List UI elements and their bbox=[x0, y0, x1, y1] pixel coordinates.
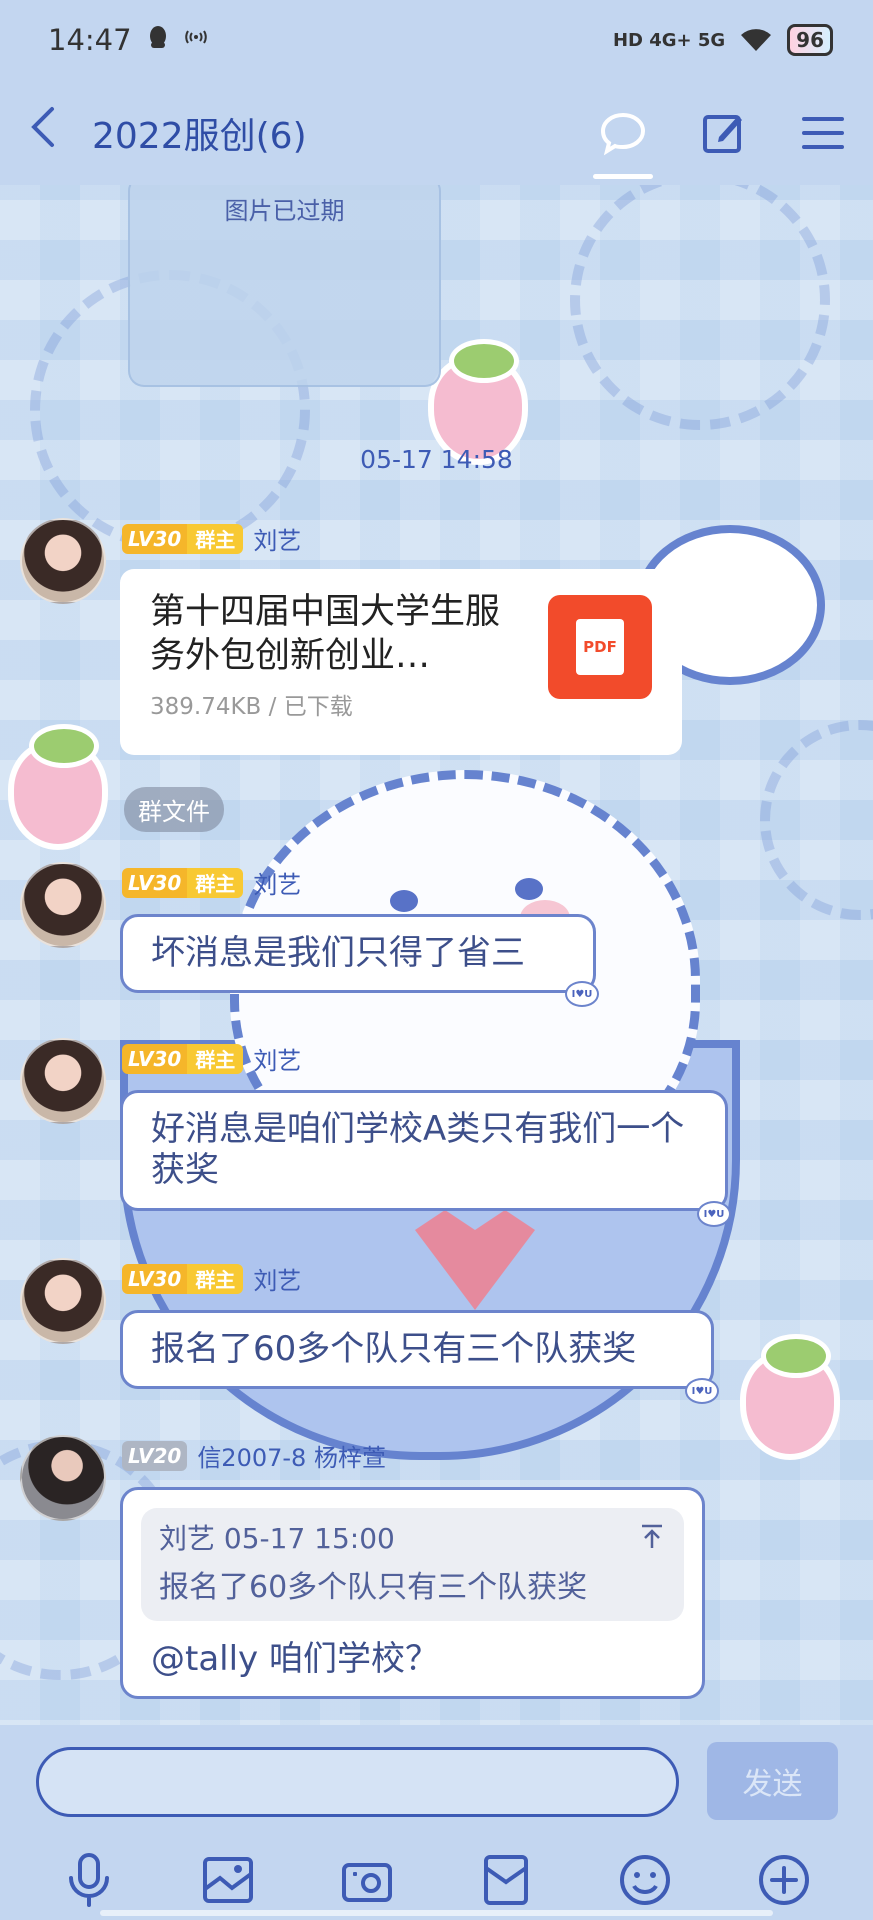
network-indicator: HD 4G+ 5G bbox=[612, 29, 726, 51]
sender-name[interactable]: 刘艺 bbox=[253, 1261, 301, 1296]
expired-image[interactable]: 图片已过期 bbox=[128, 185, 441, 387]
emoji-button[interactable] bbox=[610, 1845, 680, 1915]
text-message[interactable]: 报名了60多个队只有三个队获奖 bbox=[120, 1310, 714, 1390]
emoji-icon bbox=[619, 1855, 670, 1905]
chat-title[interactable]: 2022服创(6) bbox=[92, 107, 307, 159]
jump-to-top-icon[interactable] bbox=[638, 1522, 666, 1550]
battery-indicator: 96 bbox=[787, 24, 833, 56]
sender-info: LV30 群主 刘艺 bbox=[122, 1261, 301, 1296]
status-bar: 14:47 HD 4G+ 5G 96 bbox=[0, 0, 873, 80]
edit-button[interactable] bbox=[673, 80, 773, 185]
level-label: LV30 bbox=[122, 867, 188, 898]
quoted-message[interactable]: 刘艺 05-17 15:00 报名了60多个队只有三个队获奖 bbox=[141, 1508, 684, 1621]
voice-button[interactable] bbox=[54, 1845, 124, 1915]
level-badge: LV30 群主 bbox=[122, 523, 244, 554]
message-text: 坏消息是我们只得了省三 bbox=[151, 933, 525, 973]
wifi-icon bbox=[741, 29, 772, 51]
red-packet-icon bbox=[483, 1855, 528, 1905]
back-button[interactable] bbox=[8, 105, 78, 161]
role-label: 群主 bbox=[187, 1263, 244, 1294]
camera-button[interactable] bbox=[332, 1845, 402, 1915]
message-list[interactable]: 图片已过期 05-17 14:58 LV30 群主 刘艺 第十四届中国大学生服务… bbox=[0, 185, 873, 1725]
sender-name[interactable]: 刘艺 bbox=[253, 521, 301, 556]
chat-tab-button[interactable] bbox=[573, 80, 673, 185]
red-packet-button[interactable] bbox=[471, 1845, 541, 1915]
chat-header: 2022服创(6) bbox=[0, 80, 873, 185]
reply-message[interactable]: 刘艺 05-17 15:00 报名了60多个队只有三个队获奖 @tally 咱们… bbox=[120, 1487, 705, 1700]
back-arrow-icon bbox=[31, 106, 54, 147]
sender-name[interactable]: 信2007-8 杨梓萱 bbox=[197, 1438, 386, 1473]
expired-image-label: 图片已过期 bbox=[224, 197, 345, 225]
qq-icon bbox=[149, 26, 166, 48]
file-message[interactable]: 第十四届中国大学生服务外包创新创业… 389.74KB / 已下载 PDF bbox=[120, 569, 682, 755]
role-label: 群主 bbox=[187, 867, 244, 898]
microphone-icon bbox=[69, 1853, 110, 1907]
image-icon bbox=[203, 1857, 254, 1903]
avatar[interactable] bbox=[20, 1435, 106, 1521]
level-badge: LV20 bbox=[122, 1440, 188, 1471]
avatar[interactable] bbox=[20, 862, 106, 948]
group-file-tag[interactable]: 群文件 bbox=[124, 787, 224, 832]
quote-sender-time: 刘艺 05-17 15:00 bbox=[159, 1522, 395, 1555]
file-name: 第十四届中国大学生服务外包创新创业… bbox=[150, 592, 501, 676]
sender-info: LV30 群主 刘艺 bbox=[122, 865, 301, 900]
edit-icon bbox=[703, 114, 742, 153]
chat-bubble-icon bbox=[600, 112, 646, 155]
avatar[interactable] bbox=[20, 1038, 106, 1124]
input-toolbar bbox=[0, 1845, 873, 1915]
sender-info: LV20 信2007-8 杨梓萱 bbox=[122, 1438, 386, 1473]
more-button[interactable] bbox=[749, 1845, 819, 1915]
message-input[interactable] bbox=[36, 1747, 679, 1817]
image-button[interactable] bbox=[193, 1845, 263, 1915]
bubble-badge-icon: I♥U bbox=[685, 1378, 719, 1404]
level-label: LV30 bbox=[122, 523, 188, 554]
sender-info: LV30 群主 刘艺 bbox=[122, 1041, 301, 1076]
message-text: @tally 咱们学校？ bbox=[151, 1638, 439, 1679]
level-badge: LV30 群主 bbox=[122, 1043, 244, 1074]
level-badge: LV30 群主 bbox=[122, 867, 244, 898]
quote-header: 刘艺 05-17 15:00 bbox=[159, 1522, 666, 1556]
input-bar: 发送 bbox=[0, 1725, 873, 1920]
text-message[interactable]: 坏消息是我们只得了省三 bbox=[120, 914, 596, 994]
avatar[interactable] bbox=[20, 518, 106, 604]
pdf-file-icon: PDF bbox=[548, 595, 652, 699]
avatar[interactable] bbox=[20, 1258, 106, 1344]
wifi-call-icon bbox=[184, 30, 207, 44]
level-label: LV30 bbox=[122, 1043, 188, 1074]
message-text: 好消息是咱们学校A类只有我们一个获奖 bbox=[151, 1109, 685, 1191]
role-label: 群主 bbox=[187, 1043, 244, 1074]
status-time: 14:47 bbox=[48, 23, 132, 57]
message-text: 报名了60多个队只有三个队获奖 bbox=[151, 1329, 637, 1369]
level-label: LV30 bbox=[122, 1263, 188, 1294]
send-button[interactable]: 发送 bbox=[707, 1742, 838, 1820]
notification-icons bbox=[146, 24, 209, 56]
level-label: LV20 bbox=[122, 1440, 188, 1471]
sender-name[interactable]: 刘艺 bbox=[253, 865, 301, 900]
bubble-badge-icon: I♥U bbox=[565, 981, 599, 1007]
status-right: HD 4G+ 5G 96 bbox=[613, 24, 833, 56]
bubble-badge-icon: I♥U bbox=[697, 1201, 731, 1227]
menu-button[interactable] bbox=[773, 80, 873, 185]
camera-icon bbox=[342, 1863, 393, 1902]
quote-text: 报名了60多个队只有三个队获奖 bbox=[159, 1570, 588, 1606]
header-actions bbox=[573, 80, 873, 185]
plus-icon bbox=[758, 1855, 809, 1905]
role-label: 群主 bbox=[187, 523, 244, 554]
pdf-label: PDF bbox=[576, 619, 624, 675]
level-badge: LV30 群主 bbox=[122, 1263, 244, 1294]
menu-icon bbox=[802, 116, 844, 149]
message-timestamp: 05-17 14:58 bbox=[360, 445, 513, 474]
text-message[interactable]: 好消息是咱们学校A类只有我们一个获奖 bbox=[120, 1090, 728, 1211]
sender-name[interactable]: 刘艺 bbox=[253, 1041, 301, 1076]
home-indicator[interactable] bbox=[100, 1910, 773, 1916]
sender-info: LV30 群主 刘艺 bbox=[122, 521, 301, 556]
